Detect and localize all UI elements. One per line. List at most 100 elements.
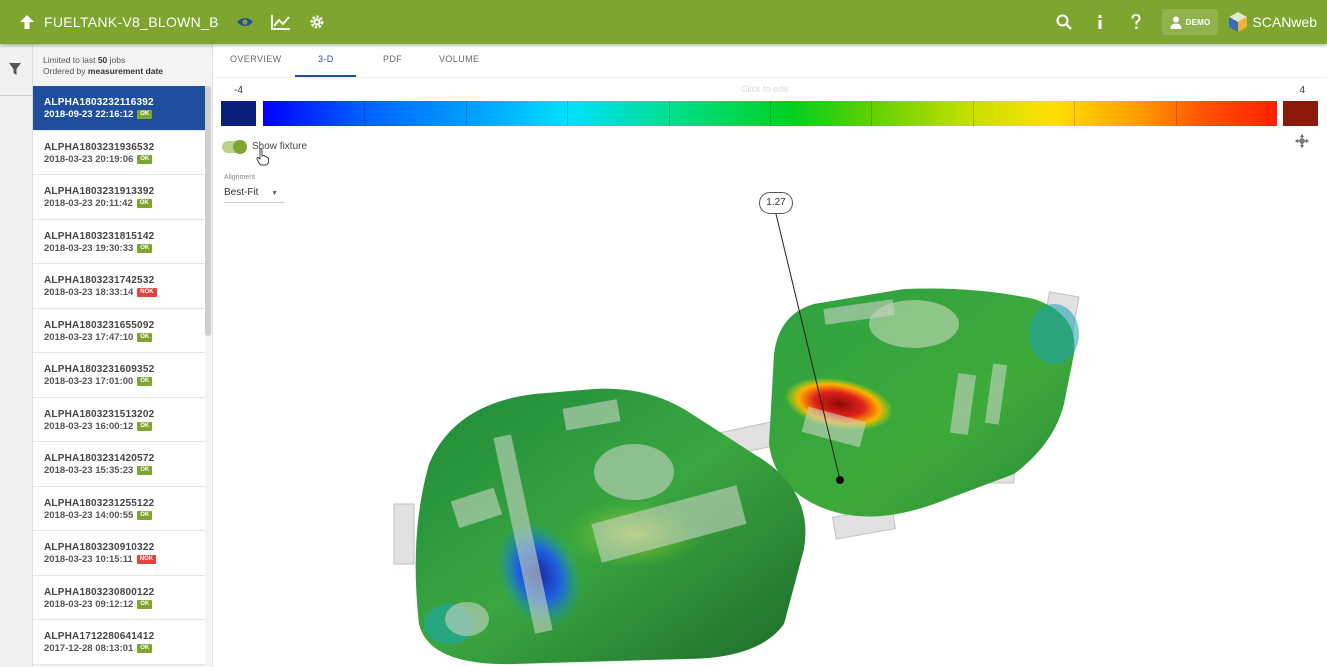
scale-divider <box>465 101 467 126</box>
filter-icon[interactable] <box>8 62 24 78</box>
job-date: 2018-03-23 20:19:06 OK <box>44 154 205 165</box>
alignment-value: Best-Fit <box>224 187 259 198</box>
status-badge: OK <box>137 466 153 475</box>
status-badge: OK <box>137 599 153 609</box>
job-date: 2018-03-23 10:15:11 NOK <box>44 554 205 565</box>
scale-min-value: -4 <box>234 85 243 96</box>
job-id: ALPHA1803231815142 <box>44 230 155 242</box>
tab-overview[interactable]: OVERVIEW <box>230 54 282 64</box>
job-date: 2017-12-28 08:13:01 OK <box>44 643 205 654</box>
status-badge: OK <box>137 510 153 520</box>
job-date: 2018-03-23 17:47:10 OK <box>44 332 205 343</box>
status-badge: OK <box>137 110 153 119</box>
main-panel: OVERVIEW 3-D PDF VOLUME -4 Click to edit… <box>214 44 1327 667</box>
hand-cursor-icon <box>256 148 269 166</box>
job-id: ALPHA1803231655092 <box>44 319 155 331</box>
job-date: 2018-03-23 18:33:14 NOK <box>44 287 205 298</box>
user-menu[interactable]: DEMO <box>1161 9 1219 35</box>
filter-rail <box>0 44 33 667</box>
search-icon[interactable] <box>1054 12 1074 32</box>
job-list-item[interactable]: ALPHA1803231913392 2018-03-23 20:11:42 OK <box>33 175 205 220</box>
job-list-item[interactable]: ALPHA1803232116392 2018-09-23 22:16:12 OK <box>33 86 205 131</box>
eye-icon[interactable] <box>235 12 255 32</box>
job-list-item[interactable]: ALPHA1803231255122 2018-03-23 14:00:55 OK <box>33 486 205 531</box>
help-icon[interactable] <box>1126 12 1146 32</box>
job-list-item[interactable]: ALPHA1803231655092 2018-03-23 17:47:10 OK <box>33 308 205 353</box>
brand-name: SCANweb <box>1252 14 1317 30</box>
over-tolerance-swatch <box>1283 101 1318 126</box>
alignment-label: Alignment <box>224 174 256 181</box>
tab-pdf[interactable]: PDF <box>383 54 402 64</box>
tab-volume[interactable]: VOLUME <box>439 54 479 64</box>
caret-down-icon: ▼ <box>271 190 278 197</box>
job-id: ALPHA1803232116392 <box>44 97 154 108</box>
active-tab-indicator <box>295 75 356 77</box>
status-badge: OK <box>137 154 153 164</box>
job-list-item[interactable]: ALPHA1803231420572 2018-03-23 15:35:23 OK <box>33 442 205 487</box>
job-id: ALPHA1803231936532 <box>44 141 155 153</box>
alignment-select[interactable]: Best-Fit ▼ <box>224 187 284 203</box>
status-badge: NOK <box>137 288 157 297</box>
pan-move-icon[interactable] <box>1295 134 1309 148</box>
scale-divider <box>364 101 366 126</box>
status-badge: OK <box>136 199 152 208</box>
job-list-item[interactable]: ALPHA1803231815142 2018-03-23 19:30:33 OK <box>33 219 205 264</box>
part-title: FUELTANK-V8_BLOWN_B <box>44 14 219 30</box>
status-badge: OK <box>137 421 153 431</box>
job-date: 2018-03-23 19:30:33 OK <box>44 243 205 254</box>
job-list-item[interactable]: ALPHA1803231609352 2018-03-23 17:01:00 OK <box>33 353 205 398</box>
job-list-scrollbar[interactable] <box>205 86 211 336</box>
scale-edit-hint[interactable]: Click to edit <box>741 84 788 94</box>
status-badge: OK <box>137 644 153 653</box>
tab-3d[interactable]: 3-D <box>318 54 334 64</box>
back-arrow-icon[interactable] <box>18 13 36 31</box>
status-badge: OK <box>137 332 153 342</box>
status-badge: OK <box>137 377 153 386</box>
job-date: 2018-09-23 22:16:12 OK <box>44 109 205 120</box>
job-list-item[interactable]: ALPHA1803231513202 2018-03-23 16:00:12 OK <box>33 397 205 442</box>
job-id: ALPHA1803231420572 <box>44 453 155 464</box>
brand-logo: SCANweb <box>1228 11 1317 33</box>
job-date: 2018-03-23 14:00:55 OK <box>44 510 205 521</box>
job-id: ALPHA1803230910322 <box>44 542 155 553</box>
job-date: 2018-03-23 20:11:42 OK <box>44 198 205 209</box>
chart-icon[interactable] <box>270 12 291 32</box>
job-date: 2018-03-23 15:35:23 OK <box>44 465 205 476</box>
top-bar: FUELTANK-V8_BLOWN_B DEMO SCANweb <box>0 0 1327 44</box>
job-list-item[interactable]: ALPHA1803230800122 2018-03-23 09:12:12 OK <box>33 575 205 620</box>
show-fixture-toggle[interactable] <box>222 140 247 154</box>
job-date: 2018-03-23 16:00:12 OK <box>44 421 205 432</box>
job-id: ALPHA1712280641412 <box>44 631 155 642</box>
job-id: ALPHA1803231609352 <box>44 364 155 375</box>
3d-viewer[interactable] <box>214 204 1327 667</box>
job-id: ALPHA1803231513202 <box>44 408 155 420</box>
under-tolerance-swatch <box>221 101 256 126</box>
info-icon[interactable] <box>1090 12 1110 32</box>
job-list-item[interactable]: ALPHA1712280641412 2017-12-28 08:13:01 OK <box>33 620 205 665</box>
job-list-panel: Limited to last 50 jobs Ordered by measu… <box>33 44 213 667</box>
gear-icon[interactable] <box>307 12 327 32</box>
scale-divider <box>871 101 873 126</box>
scale-divider <box>1175 101 1177 126</box>
user-icon <box>1170 16 1182 29</box>
tab-bar: OVERVIEW 3-D PDF VOLUME <box>214 44 1327 78</box>
job-list-item[interactable]: ALPHA1803231742532 2018-03-23 18:33:14 NOK <box>33 264 205 309</box>
job-list-item[interactable]: ALPHA1803230910322 2018-03-23 10:15:11 NOK <box>33 531 205 576</box>
scale-divider <box>567 101 569 126</box>
job-date: 2018-03-23 09:12:12 OK <box>44 599 205 610</box>
cube-logo-icon <box>1229 12 1248 32</box>
job-id: ALPHA1803231913392 <box>44 186 155 197</box>
job-date: 2018-03-23 17:01:00 OK <box>44 376 205 387</box>
rail-divider <box>0 95 33 96</box>
job-id: ALPHA1803231255122 <box>44 497 155 509</box>
job-list-header: Limited to last 50 jobs Ordered by measu… <box>43 55 164 76</box>
job-list-item[interactable]: ALPHA1803231936532 2018-03-23 20:19:06 OK <box>33 130 205 175</box>
scale-divider <box>1074 101 1076 126</box>
job-list: ALPHA1803232116392 2018-09-23 22:16:12 OK A… <box>33 86 205 665</box>
scale-max-value: 4 <box>1299 85 1305 96</box>
user-label: DEMO <box>1185 17 1211 27</box>
scale-divider <box>668 101 670 126</box>
status-badge: OK <box>137 243 153 253</box>
scale-divider <box>972 101 974 126</box>
deviation-callout[interactable]: 1.27 <box>759 192 793 214</box>
